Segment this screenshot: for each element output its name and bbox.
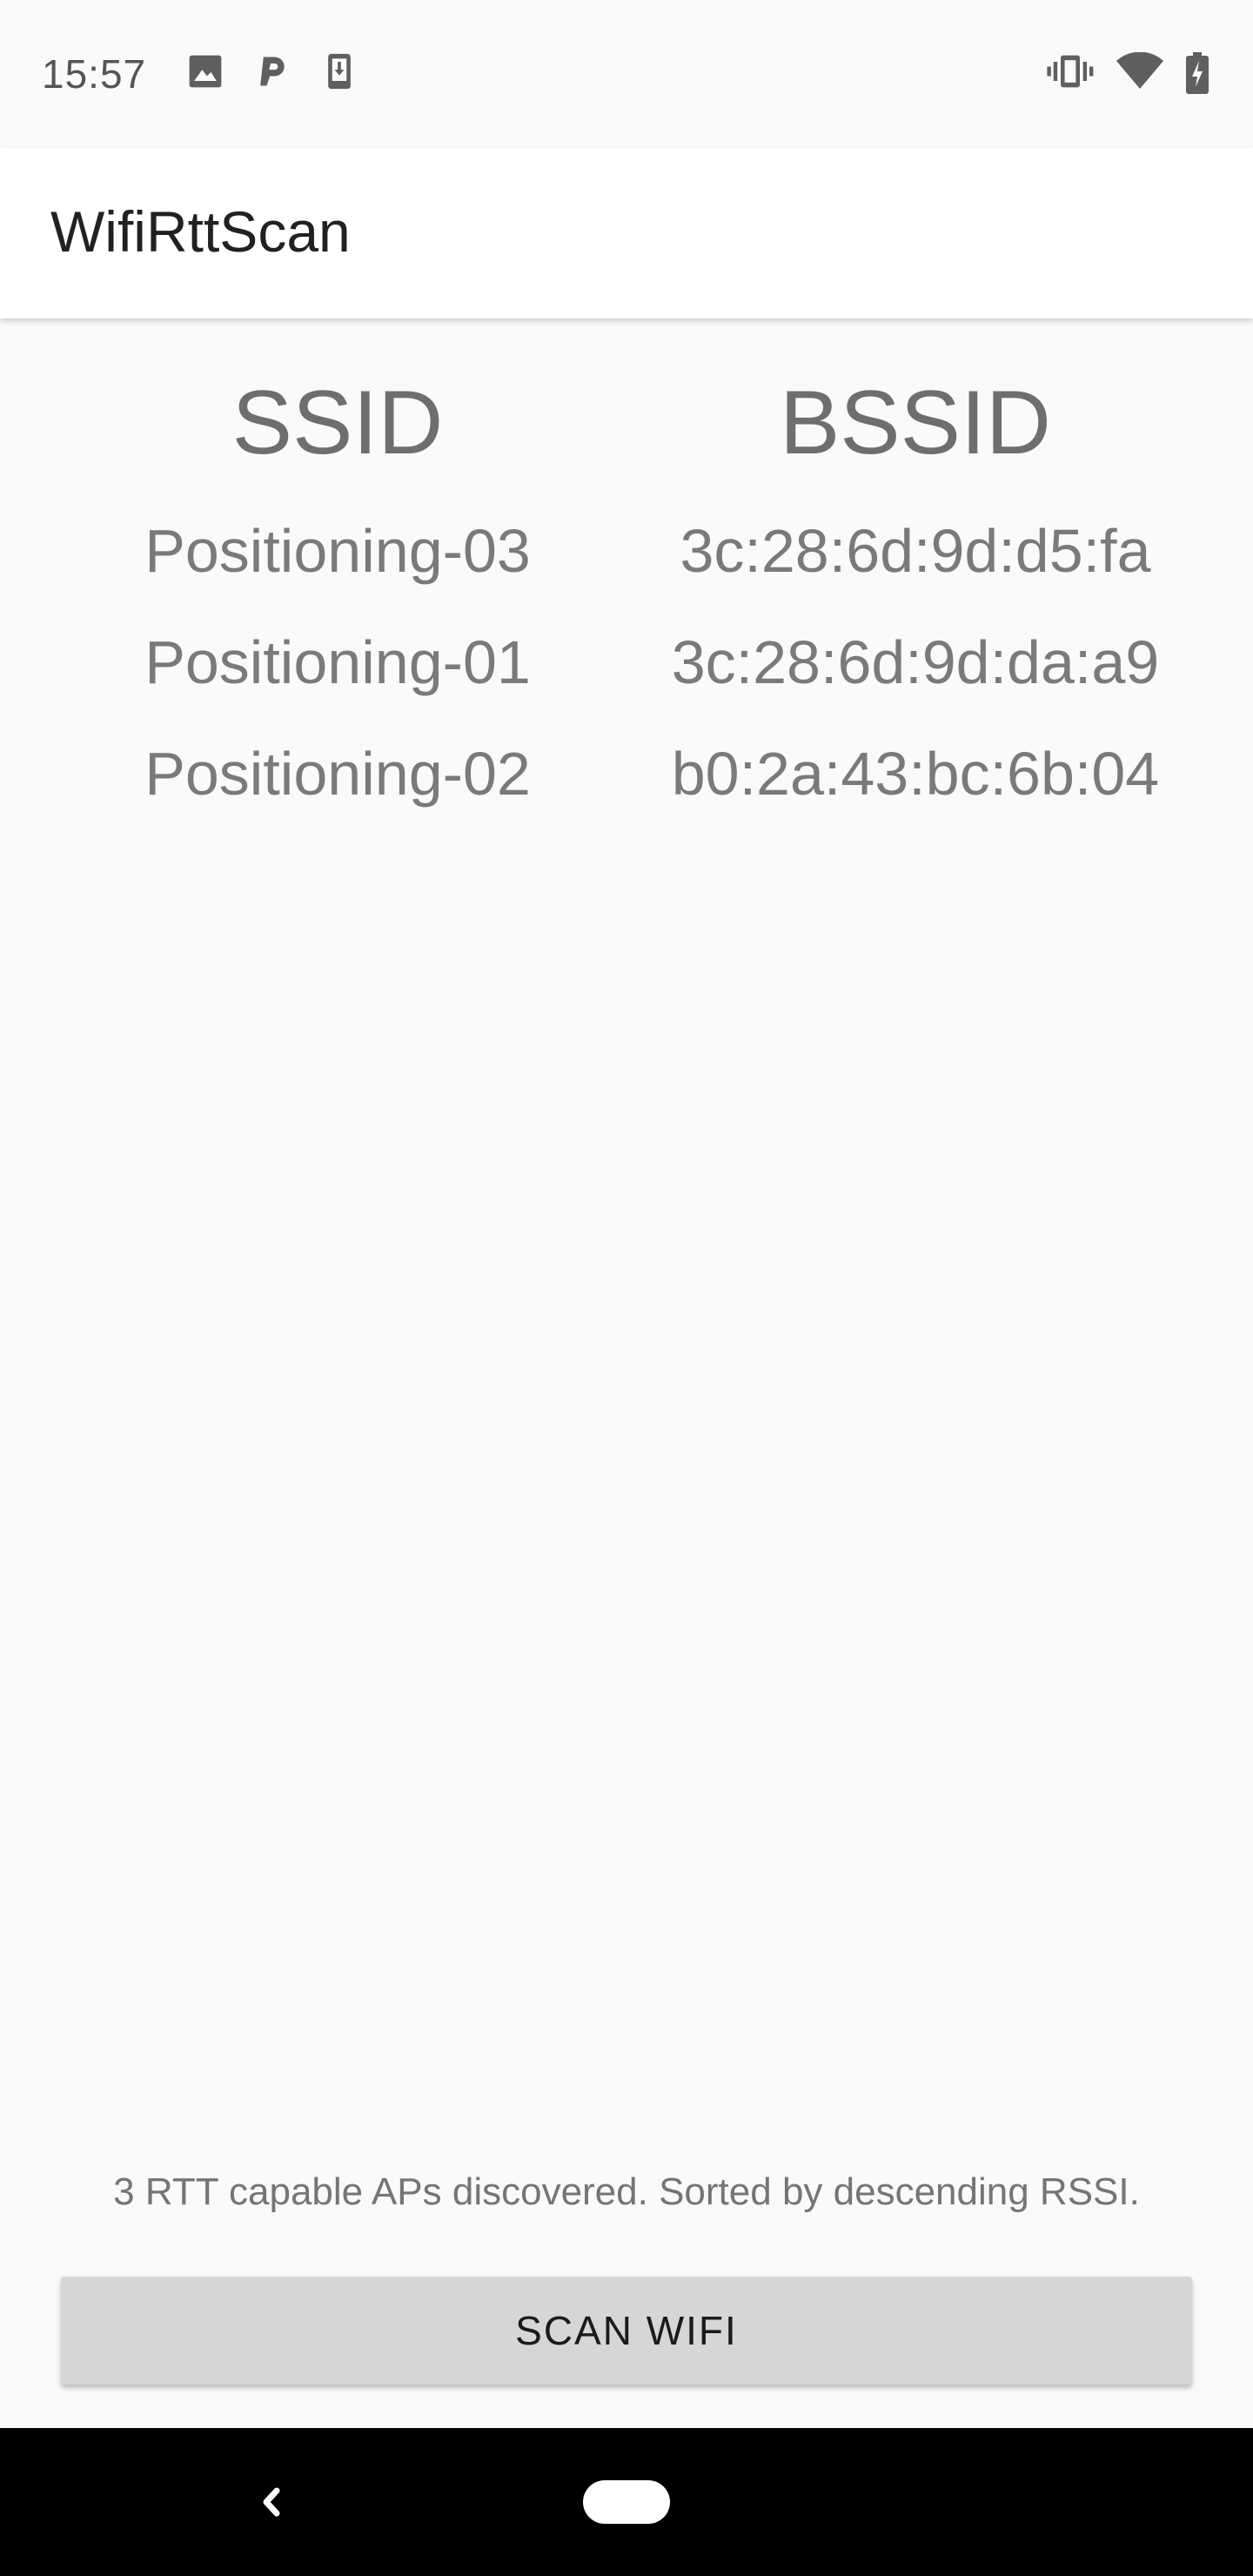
- battery-charging-icon: [1186, 52, 1209, 94]
- status-time: 15:57: [42, 51, 147, 97]
- app-bar: WifiRttScan: [0, 148, 1253, 319]
- table-row: Positioning-03 3c:28:6d:9d:d5:fa: [0, 520, 1253, 632]
- bssid-column-header: BSSID: [779, 372, 1052, 473]
- wifi-icon: [1116, 52, 1163, 89]
- home-pill-icon[interactable]: [583, 2480, 670, 2524]
- table-row: Positioning-01 3c:28:6d:9d:da:a9: [0, 632, 1253, 743]
- screen: 15:57 WifiRttScan SSID BSSID Positioning…: [0, 0, 1253, 2576]
- ssid-cell: Positioning-02: [144, 740, 531, 808]
- scan-wifi-button[interactable]: SCAN WIFI: [61, 2277, 1192, 2385]
- scan-results: SSID BSSID Positioning-03 3c:28:6d:9d:d5…: [0, 319, 1253, 2428]
- ssid-cell: Positioning-03: [144, 517, 531, 585]
- ssid-column-header: SSID: [231, 372, 444, 473]
- vibrate-icon: [1047, 55, 1094, 88]
- back-icon[interactable]: [252, 2472, 287, 2532]
- table-row: Positioning-02 b0:2a:43:bc:6b:04: [0, 743, 1253, 855]
- image-icon: [189, 55, 222, 88]
- navigation-bar: [0, 2428, 1253, 2576]
- bssid-cell: 3c:28:6d:9d:da:a9: [671, 628, 1160, 696]
- results-summary-text: 3 RTT capable APs discovered. Sorted by …: [113, 2170, 1140, 2213]
- bssid-cell: b0:2a:43:bc:6b:04: [671, 740, 1160, 808]
- parking-icon: [260, 57, 285, 86]
- ssid-cell: Positioning-01: [144, 628, 531, 696]
- download-icon: [328, 53, 351, 90]
- status-bar: 15:57: [0, 0, 1253, 148]
- app-title: WifiRttScan: [50, 199, 351, 264]
- bssid-cell: 3c:28:6d:9d:d5:fa: [680, 517, 1151, 585]
